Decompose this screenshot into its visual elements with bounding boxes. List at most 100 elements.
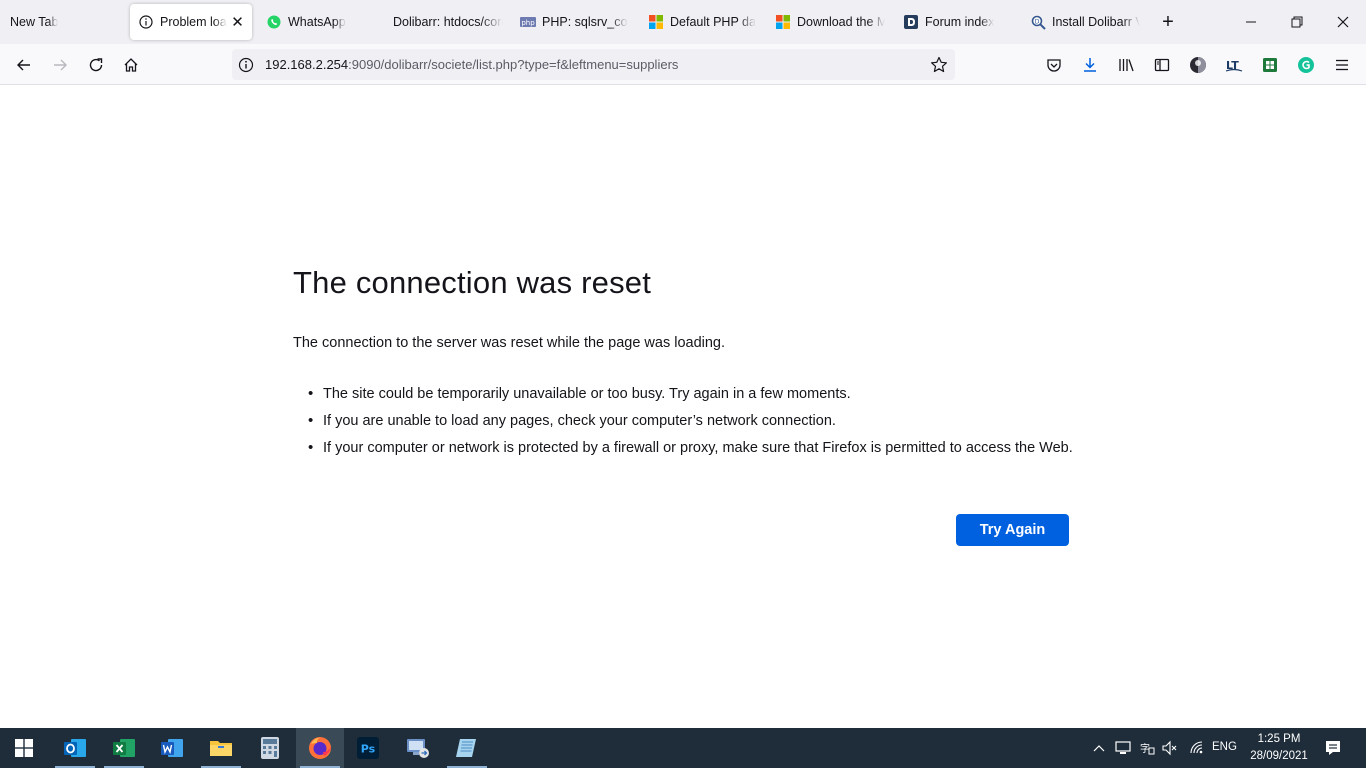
sidebar-button[interactable] <box>1152 55 1172 75</box>
start-button[interactable] <box>0 728 48 768</box>
word-icon <box>161 739 183 757</box>
chevron-up-icon <box>1093 745 1105 752</box>
tab-label: Default PHP data <box>670 15 756 29</box>
show-hidden-icons-button[interactable] <box>1089 738 1109 758</box>
taskbar-app-word[interactable] <box>148 728 196 768</box>
download-icon <box>1084 58 1096 72</box>
pocket-icon <box>1047 59 1061 72</box>
whatsapp-icon <box>266 14 282 30</box>
account-avatar-icon <box>1190 57 1206 73</box>
url-path: :9090/dolibarr/societe/list.php?type=f&l… <box>348 57 679 72</box>
tab-download-microsoft[interactable]: Download the Microsoft <box>775 4 885 40</box>
clock[interactable]: 1:25 PM 28/09/2021 <box>1244 731 1314 765</box>
tab-forum-index[interactable]: Forum index <box>903 4 1013 40</box>
url-bar[interactable]: 192.168.2.254:9090/dolibarr/societe/list… <box>232 49 955 80</box>
taskbar-app-file-explorer[interactable] <box>197 728 245 768</box>
list-item: The site could be temporarily unavailabl… <box>293 384 1073 404</box>
tab-strip: New Tab Problem loading page ✕ WhatsApp … <box>0 0 1366 44</box>
try-again-button[interactable]: Try Again <box>956 514 1069 546</box>
taskbar: Ps 字 ENG 1:25 PM 28/09/2021 <box>0 728 1366 768</box>
home-button[interactable] <box>120 54 142 76</box>
tray-wifi[interactable] <box>1187 738 1207 758</box>
new-tab-button[interactable]: + <box>1158 12 1178 32</box>
tab-label: Install Dolibarr V <box>1052 15 1140 29</box>
info-icon <box>138 14 154 30</box>
menu-button[interactable] <box>1332 55 1352 75</box>
tab-whatsapp[interactable]: WhatsApp <box>266 4 376 40</box>
downloads-button[interactable] <box>1080 55 1100 75</box>
firefox-icon <box>309 737 331 759</box>
php-icon: php <box>520 14 536 30</box>
close-window-button[interactable] <box>1333 12 1353 32</box>
taskbar-app-firefox[interactable] <box>296 728 344 768</box>
search-doc-icon: D <box>1030 14 1046 30</box>
tab-label: Dolibarr: htdocs/core <box>393 15 503 29</box>
url-host: 192.168.2.254 <box>265 57 349 72</box>
site-info-icon[interactable] <box>238 57 254 73</box>
tab-php-sqlsrv[interactable]: php PHP: sqlsrv_connect <box>520 4 628 40</box>
outlook-icon <box>64 739 86 757</box>
photoshop-icon: Ps <box>357 737 379 759</box>
library-icon <box>1118 59 1134 72</box>
notification-icon <box>1326 741 1340 755</box>
tray-network-device[interactable] <box>1113 738 1133 758</box>
dolibarr-icon <box>903 14 919 30</box>
list-item: If you are unable to load any pages, che… <box>293 411 1073 431</box>
wifi-icon <box>1190 741 1203 754</box>
reload-button[interactable] <box>85 54 107 76</box>
taskbar-app-photoshop[interactable]: Ps <box>344 728 392 768</box>
volume-muted-icon <box>1162 740 1177 756</box>
extension-sheet-icon <box>1263 58 1277 72</box>
language-indicator[interactable]: ENG <box>1212 741 1237 753</box>
svg-text:php: php <box>521 19 535 27</box>
tab-install-dolibarr[interactable]: D Install Dolibarr V <box>1030 4 1140 40</box>
tab-dolibarr-htdocs[interactable]: Dolibarr: htdocs/core <box>393 4 503 40</box>
error-description: The connection to the server was reset w… <box>293 335 726 351</box>
forward-arrow-icon <box>54 59 67 71</box>
pocket-button[interactable] <box>1044 55 1064 75</box>
extension-green-button[interactable] <box>1260 55 1280 75</box>
notepad-icon <box>456 739 476 757</box>
taskbar-app-remote-desktop[interactable] <box>394 728 442 768</box>
close-icon <box>1337 16 1349 28</box>
tab-label: New Tab <box>10 15 59 29</box>
tab-label: Problem loading page <box>160 15 227 29</box>
error-title: The connection was reset <box>293 265 652 300</box>
tab-label: PHP: sqlsrv_connect <box>542 15 628 29</box>
taskbar-app-notepad[interactable] <box>443 728 491 768</box>
minimize-button[interactable] <box>1241 12 1261 32</box>
windows-logo-icon <box>15 739 33 757</box>
microsoft-icon <box>775 14 791 30</box>
reload-icon <box>89 58 103 72</box>
close-tab-icon[interactable]: ✕ <box>231 13 244 31</box>
extension-lt-button[interactable]: LT <box>1224 55 1244 75</box>
tab-problem-loading[interactable]: Problem loading page ✕ <box>130 4 252 40</box>
tab-new-tab[interactable]: New Tab <box>10 4 80 40</box>
bookmark-star-icon[interactable] <box>930 56 948 74</box>
tray-ime[interactable]: 字 <box>1137 738 1157 758</box>
taskbar-app-calculator[interactable] <box>246 728 294 768</box>
back-button[interactable] <box>13 54 35 76</box>
home-icon <box>124 58 138 72</box>
minimize-icon <box>1246 21 1256 23</box>
url-text[interactable]: 192.168.2.254:9090/dolibarr/societe/list… <box>265 57 678 72</box>
list-item: If your computer or network is protected… <box>293 438 1073 458</box>
tab-label: WhatsApp <box>288 15 346 29</box>
account-button[interactable] <box>1188 55 1208 75</box>
extension-grammarly-button[interactable] <box>1296 55 1316 75</box>
tab-default-php-data[interactable]: Default PHP data <box>648 4 756 40</box>
forward-button[interactable] <box>49 54 71 76</box>
taskbar-app-excel[interactable] <box>100 728 148 768</box>
tab-label: Forum index <box>925 15 995 29</box>
calculator-icon <box>261 737 279 759</box>
action-center-button[interactable] <box>1323 738 1343 758</box>
taskbar-app-outlook[interactable] <box>51 728 99 768</box>
back-arrow-icon <box>17 59 30 71</box>
navigation-toolbar: 192.168.2.254:9090/dolibarr/societe/list… <box>0 44 1366 85</box>
sidebar-icon <box>1154 58 1170 72</box>
library-button[interactable] <box>1116 55 1136 75</box>
clock-date: 28/09/2021 <box>1250 750 1308 762</box>
restore-button[interactable] <box>1287 12 1307 32</box>
tray-volume[interactable] <box>1160 738 1180 758</box>
microsoft-icon <box>648 14 664 30</box>
